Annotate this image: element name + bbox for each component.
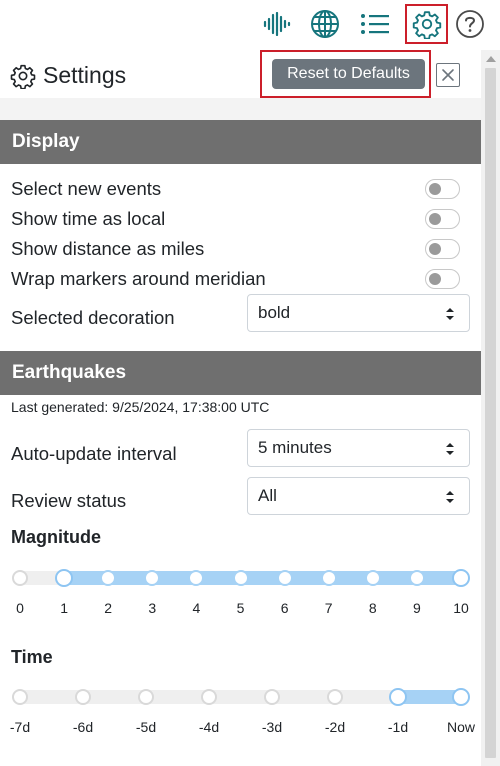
- close-button[interactable]: [436, 63, 460, 87]
- seismograph-icon[interactable]: [259, 6, 295, 42]
- slider-tick-label: -3d: [261, 719, 283, 735]
- toggle-show-time-local[interactable]: [425, 209, 460, 229]
- slider-step-dot[interactable]: [264, 689, 280, 705]
- selected-decoration-select[interactable]: bold: [247, 294, 470, 332]
- toggle-label-select-new-events: Select new events: [11, 178, 162, 199]
- toggle-knob: [429, 183, 441, 195]
- slider-handle[interactable]: [55, 569, 74, 587]
- slider-step-dot[interactable]: [201, 689, 217, 705]
- review-status-select[interactable]: All: [247, 477, 470, 515]
- settings-gear-icon: [10, 63, 36, 90]
- slider-step-dot[interactable]: [188, 570, 205, 586]
- globe-icon[interactable]: [307, 6, 343, 42]
- toolbar: [0, 0, 500, 48]
- select-caret-icon: [446, 443, 454, 455]
- slider-tick-label: 9: [412, 600, 421, 616]
- select-caret-icon: [446, 491, 454, 503]
- slider-handle[interactable]: [389, 688, 407, 706]
- review-status-value: All: [258, 486, 277, 505]
- scroll-up-arrow-icon[interactable]: [486, 56, 496, 62]
- slider-tick-label: -5d: [135, 719, 157, 735]
- slider-tick-label: -2d: [324, 719, 346, 735]
- toggle-wrap-markers[interactable]: [425, 269, 460, 289]
- list-icon[interactable]: [357, 6, 393, 42]
- reset-to-defaults-button[interactable]: Reset to Defaults: [272, 59, 425, 89]
- slider-step-dot[interactable]: [75, 689, 91, 705]
- slider-tick-label: 2: [104, 600, 113, 616]
- slider-tick-label: 10: [453, 600, 469, 616]
- slider-range-fill: [64, 571, 461, 585]
- slider-handle[interactable]: [452, 569, 470, 587]
- toggle-knob: [429, 213, 441, 225]
- toggle-label-wrap-markers: Wrap markers around meridian: [11, 268, 266, 289]
- select-caret-icon: [446, 308, 454, 320]
- selected-decoration-label: Selected decoration: [11, 307, 175, 328]
- slider-tick-label: -7d: [9, 719, 31, 735]
- selected-decoration-value: bold: [258, 303, 291, 322]
- panel-shadow: [0, 98, 481, 120]
- slider-step-dot[interactable]: [144, 570, 161, 586]
- gear-icon[interactable]: [405, 4, 448, 44]
- magnitude-label: Magnitude: [11, 527, 101, 547]
- slider-tick-label: 4: [192, 600, 201, 616]
- last-generated-text: Last generated: 9/25/2024, 17:38:00 UTC: [11, 399, 270, 415]
- toggle-distance-miles[interactable]: [425, 239, 460, 259]
- slider-step-dot[interactable]: [408, 570, 425, 586]
- slider-step-dot[interactable]: [100, 570, 117, 586]
- slider-tick-label: 0: [16, 600, 24, 616]
- slider-step-dot[interactable]: [232, 570, 249, 586]
- slider-tick-label: 3: [148, 600, 157, 616]
- slider-tick-label: -1d: [387, 719, 409, 735]
- scrollbar[interactable]: [481, 50, 500, 766]
- slider-step-dot[interactable]: [12, 689, 28, 705]
- auto-update-label: Auto-update interval: [11, 443, 177, 464]
- auto-update-value: 5 minutes: [258, 438, 332, 457]
- slider-tick-label: 6: [280, 600, 289, 616]
- slider-tick-label: Now: [446, 719, 476, 735]
- toggle-select-new-events[interactable]: [425, 179, 460, 199]
- slider-handle[interactable]: [452, 688, 470, 706]
- toggle-knob: [429, 243, 441, 255]
- slider-tick-label: 7: [324, 600, 333, 616]
- toggle-label-show-time-local: Show time as local: [11, 208, 166, 229]
- slider-tick-label: -4d: [198, 719, 220, 735]
- slider-tick-label: 8: [368, 600, 377, 616]
- page-title: Settings: [43, 62, 127, 88]
- slider-tick-label: 5: [236, 600, 245, 616]
- toggle-label-distance-miles: Show distance as miles: [11, 238, 205, 259]
- help-icon[interactable]: [452, 6, 488, 42]
- slider-step-dot[interactable]: [12, 570, 28, 586]
- slider-step-dot[interactable]: [276, 570, 293, 586]
- slider-tick-label: -6d: [72, 719, 94, 735]
- slider-tick-label: 1: [60, 600, 68, 616]
- time-label: Time: [11, 647, 53, 667]
- auto-update-select[interactable]: 5 minutes: [247, 429, 470, 467]
- slider-step-dot[interactable]: [320, 570, 337, 586]
- scroll-thumb[interactable]: [485, 68, 496, 758]
- slider-step-dot[interactable]: [327, 689, 343, 705]
- display-section-header[interactable]: Display: [0, 120, 481, 164]
- review-status-label: Review status: [11, 490, 127, 511]
- slider-step-dot[interactable]: [364, 570, 381, 586]
- close-icon: [442, 69, 454, 81]
- slider-step-dot[interactable]: [138, 689, 154, 705]
- toggle-knob: [429, 273, 441, 285]
- earthquakes-section-header[interactable]: Earthquakes: [0, 351, 481, 395]
